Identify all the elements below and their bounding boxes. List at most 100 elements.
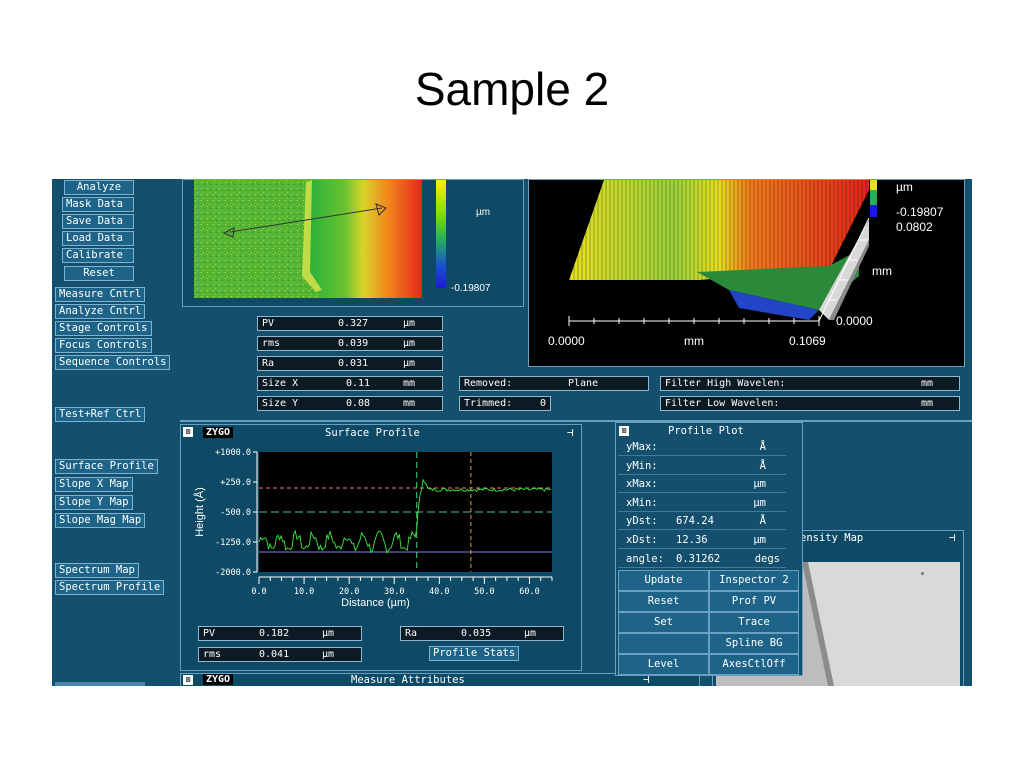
section-divider	[180, 420, 972, 422]
intensity-map-title: ensity Map	[800, 532, 864, 544]
blank-button[interactable]	[618, 633, 709, 654]
readout-row: yMin: Å	[618, 457, 786, 475]
readout-unit: Å	[759, 459, 766, 472]
x-tick-label: 40.0	[429, 587, 449, 597]
measure-cntrl-button[interactable]: Measure Cntrl	[55, 287, 146, 302]
readout-label: xMin:	[626, 496, 658, 509]
readout-row: xDst: 12.36 µm	[618, 531, 786, 549]
readout-value: 0.31262	[676, 552, 721, 565]
analyze-button[interactable]: Analyze	[64, 180, 134, 195]
zygo-logo: ZYGO	[203, 427, 234, 438]
profile-rms-field: rms 0.041 µm	[198, 647, 362, 662]
surface-profile-title: Surface Profile	[325, 427, 420, 439]
plot3d-unit-label: µm	[896, 180, 913, 194]
plot3d-yunit-label: mm	[872, 264, 892, 278]
slide-title: Sample 2	[414, 63, 610, 115]
readout-unit: µm	[753, 496, 766, 509]
x-tick-label: 30.0	[384, 587, 404, 597]
plot3d-xunit-label: mm	[684, 334, 704, 348]
spectrum-profile-button[interactable]: Spectrum Profile	[55, 580, 165, 595]
stage-controls-button[interactable]: Stage Controls	[55, 321, 152, 336]
stat-rms-field: rms 0.039 µm	[257, 336, 443, 351]
removed-field: Removed: Plane	[459, 376, 649, 391]
trace-button[interactable]: Trace	[709, 612, 799, 633]
profile-pv-field: PV 0.182 µm	[198, 626, 362, 641]
slope-x-map-button[interactable]: Slope X Map	[55, 477, 133, 492]
surface-profile-button[interactable]: Surface Profile	[55, 459, 158, 474]
readout-row: xMax: µm	[618, 475, 786, 494]
axesctloff-button[interactable]: AxesCtlOff	[709, 654, 799, 675]
readout-unit: µm	[753, 534, 766, 546]
map-unit-label: µm	[476, 207, 491, 218]
measure-attributes-title: Measure Attributes	[351, 674, 465, 686]
map-2d-panel: µm -0.19807	[182, 179, 524, 307]
plot3d-zmin-label: -0.19807	[896, 205, 944, 219]
readout-label: yDst:	[626, 515, 658, 528]
readout-label: xDst:	[626, 534, 658, 546]
readout-label: angle:	[626, 552, 664, 565]
test-ref-ctrl-button[interactable]: Test+Ref Ctrl	[55, 407, 146, 422]
calibrate-button[interactable]: Calibrate	[62, 248, 134, 263]
save-data-button[interactable]: Save Data	[62, 214, 134, 229]
plot-3d-panel: µm -0.19807 0.0802 mm 0.0000 0.0000 mm 0…	[528, 179, 965, 367]
readout-row: xMin: µm	[618, 494, 786, 512]
reset-button[interactable]: Reset	[64, 266, 134, 281]
analyze-cntrl-button[interactable]: Analyze Cntrl	[55, 304, 146, 319]
surface-profile-chart: +1000.0 +250.0 -500.0 -1250.0 -2000.00.0 10.0…	[193, 448, 553, 609]
profile-stats-button[interactable]: Profile Stats	[429, 646, 520, 661]
x-axis-label: Distance (µm)	[341, 597, 410, 609]
focus-controls-button[interactable]: Focus Controls	[55, 338, 152, 353]
readout-label: yMin:	[626, 459, 658, 472]
zygo-logo: ZYGO	[203, 674, 234, 685]
readout-row: angle: 0.31262 degs	[618, 550, 786, 568]
map-min-label: -0.19807	[451, 283, 491, 294]
window-close-icon[interactable]: ⊠	[183, 427, 193, 437]
x-tick-label: 60.0	[519, 587, 539, 597]
readout-value: 12.36	[676, 534, 708, 546]
surface-map-image[interactable]	[194, 180, 422, 298]
load-data-button[interactable]: Load Data	[62, 231, 134, 246]
window-menu-icon[interactable]: ⊣	[567, 426, 574, 439]
x-tick-label: 0.0	[251, 587, 266, 597]
slope-mag-map-button[interactable]: Slope Mag Map	[55, 513, 146, 528]
readout-row: yMax: Å	[618, 438, 786, 456]
stat-size-y-field: Size Y 0.08 mm	[257, 396, 443, 411]
window-close-icon[interactable]: ⊠	[183, 675, 193, 685]
plot3d-xmax-label: 0.1069	[789, 334, 826, 348]
readout-label: yMax:	[626, 441, 658, 453]
y-tick-label: -1250.0	[215, 538, 251, 548]
y-tick-label: +250.0	[220, 478, 251, 488]
readout-row: yDst: 674.24 Å	[618, 512, 786, 531]
sequence-controls-button[interactable]: Sequence Controls	[55, 355, 171, 370]
profile-plot-window: ⊠ Profile Plot yMax: ÅyMin: ÅxMax: µm xMin: µ…	[615, 422, 803, 676]
window-close-icon[interactable]: ⊠	[619, 426, 629, 436]
slope-y-map-button[interactable]: Slope Y Map	[55, 495, 133, 510]
window-menu-icon[interactable]: ⊣	[949, 531, 956, 544]
plot3d-yzero-label: 0.0000	[836, 314, 873, 328]
profile-ra-field: Ra 0.035 µm	[400, 626, 564, 641]
menu-bottom-bar	[55, 682, 145, 686]
stat-size-x-field: Size X 0.11 mm	[257, 376, 443, 391]
readout-unit: Å	[759, 515, 766, 528]
filter-low-field: Filter Low Wavelen: mm	[660, 396, 960, 411]
left-menu: Analyze Mask Data Save Data Load Data Ca…	[52, 179, 182, 686]
spline-bg-button[interactable]: Spline BG	[709, 633, 799, 654]
trimmed-field: Trimmed: 0	[459, 396, 551, 411]
set-button[interactable]: Set	[618, 612, 709, 633]
update-button[interactable]: Update	[618, 570, 709, 591]
y-tick-label: -2000.0	[215, 568, 251, 578]
mask-data-button[interactable]: Mask Data	[62, 197, 134, 212]
reset-button[interactable]: Reset	[618, 591, 709, 612]
level-button[interactable]: Level	[618, 654, 709, 675]
prof-pv-button[interactable]: Prof PV	[709, 591, 799, 612]
stat-ra-field: Ra 0.031 µm	[257, 356, 443, 371]
x-tick-label: 50.0	[474, 587, 494, 597]
metropro-screenshot: Analyze Mask Data Save Data Load Data Ca…	[52, 179, 972, 686]
spectrum-map-button[interactable]: Spectrum Map	[55, 563, 139, 578]
map-color-scale	[436, 180, 446, 288]
readout-value: 674.24	[676, 515, 714, 528]
readout-unit: Å	[759, 441, 766, 453]
inspector-2-button[interactable]: Inspector 2	[709, 570, 799, 591]
y-tick-label: -500.0	[220, 508, 251, 518]
stat-pv-field: PV 0.327 µm	[257, 316, 443, 331]
